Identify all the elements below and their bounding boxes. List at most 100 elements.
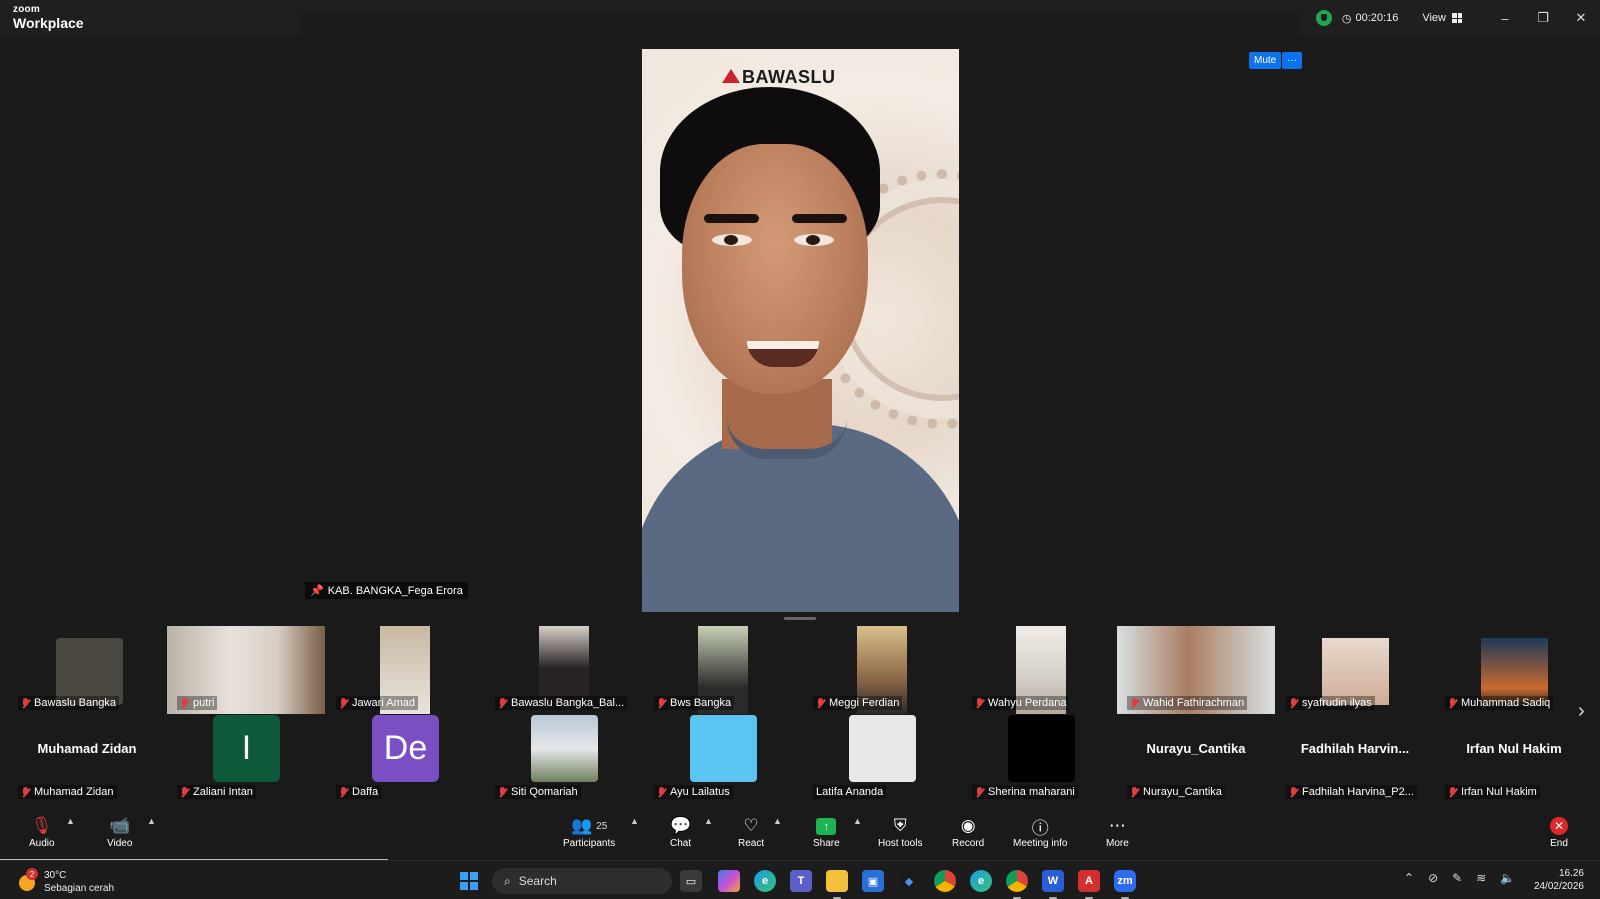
participants-button[interactable]: 👥 25 Participants bbox=[563, 814, 615, 849]
bawaslu-banner: BAWASLU bbox=[742, 67, 836, 87]
clock-date: 24/02/2026 bbox=[1533, 881, 1584, 892]
participant-more-button[interactable]: ··· bbox=[1282, 52, 1302, 69]
participant-tile[interactable]: Wahyu Perdana bbox=[962, 624, 1120, 714]
store-icon[interactable]: ▣ bbox=[862, 870, 884, 892]
participants-chevron-icon[interactable]: ▲ bbox=[630, 816, 639, 826]
end-meeting-button[interactable]: ✕ End bbox=[1550, 814, 1568, 849]
teams-icon[interactable]: T bbox=[790, 870, 812, 892]
participant-tile[interactable]: Nurayu_Cantika Nurayu_Cantika bbox=[1117, 713, 1275, 801]
search-icon: ⌕ bbox=[504, 873, 511, 888]
task-view-icon[interactable]: ▭ bbox=[680, 870, 702, 892]
weather-widget[interactable]: 2 30°C Sebagian cerah bbox=[16, 868, 115, 895]
mic-muted-icon bbox=[1130, 697, 1139, 709]
view-button[interactable]: View bbox=[1422, 12, 1462, 24]
mic-muted-icon: 🎙 bbox=[30, 816, 53, 835]
chrome-icon[interactable] bbox=[934, 870, 956, 892]
participant-tile[interactable]: Siti Qomariah bbox=[485, 713, 643, 801]
word-icon[interactable]: W bbox=[1042, 870, 1064, 899]
windows-start-icon[interactable] bbox=[460, 872, 478, 890]
file-explorer-icon[interactable] bbox=[826, 870, 848, 899]
windows-taskbar: 2 30°C Sebagian cerah ⌕ Search ▭ e T ▣ ◆ … bbox=[0, 860, 1600, 899]
end-call-icon: ✕ bbox=[1550, 817, 1568, 835]
participants-icon: 👥 bbox=[570, 816, 593, 835]
participant-tile[interactable]: Latifa Ananda bbox=[803, 713, 961, 801]
participant-tile[interactable]: Wahid Fathirachman bbox=[1117, 624, 1275, 714]
mic-muted-icon bbox=[1130, 786, 1139, 798]
participant-tile[interactable]: Ayu Lailatus bbox=[644, 713, 802, 801]
volume-icon[interactable]: 🔈 bbox=[1500, 871, 1515, 885]
participant-tile[interactable]: Fadhilah Harvin... Fadhilah Harvina_P2..… bbox=[1276, 713, 1434, 801]
mic-muted-icon bbox=[657, 786, 666, 798]
chat-button[interactable]: 💬 Chat bbox=[670, 814, 691, 849]
react-button[interactable]: ♡ React bbox=[738, 814, 764, 849]
restore-button[interactable]: ❐ bbox=[1524, 0, 1562, 36]
mic-muted-icon bbox=[21, 786, 30, 798]
participant-tile[interactable]: Bawaslu Bangka_Bal... bbox=[485, 624, 643, 712]
clock-time: 16.26 bbox=[1558, 868, 1584, 879]
more-icon: ⋯ bbox=[1108, 816, 1126, 835]
participant-tile[interactable]: Bawaslu Bangka bbox=[8, 624, 166, 712]
meeting-info-button[interactable]: ⓘ Meeting info bbox=[1013, 814, 1067, 850]
meeting-timer: ◷ 00:20:16 bbox=[1341, 12, 1399, 25]
close-button[interactable]: ✕ bbox=[1562, 0, 1600, 36]
mic-muted-icon bbox=[180, 786, 189, 798]
zoom-logo: zoom Workplace bbox=[13, 5, 84, 31]
taskbar-search[interactable]: ⌕ Search bbox=[492, 868, 672, 894]
mic-muted-icon bbox=[339, 786, 348, 798]
host-tools-button[interactable]: ⛨ Host tools bbox=[878, 814, 922, 849]
participant-tile[interactable]: De Daffa bbox=[326, 713, 484, 801]
participant-tile[interactable]: Muhamad Zidan Muhamad Zidan bbox=[8, 713, 166, 801]
mic-muted-icon bbox=[1289, 697, 1298, 709]
gallery-next-page-icon[interactable]: › bbox=[1578, 700, 1585, 723]
system-tray: ⌃ ⊘ ✎ ≋ 🔈 bbox=[1404, 871, 1515, 885]
mic-muted-icon bbox=[1448, 786, 1457, 798]
share-button[interactable]: ↑ Share bbox=[813, 814, 840, 849]
wifi-icon[interactable]: ≋ bbox=[1476, 871, 1486, 885]
grid-icon bbox=[1452, 13, 1462, 23]
speaker-name-label: 📌 KAB. BANGKA_Fega Erora bbox=[305, 582, 468, 599]
brand-bottom: Workplace bbox=[13, 15, 84, 31]
participant-tile[interactable]: Irfan Nul Hakim Irfan Nul Hakim bbox=[1435, 713, 1593, 801]
pin-icon: 📌 bbox=[310, 585, 324, 597]
mic-muted-icon bbox=[498, 697, 507, 709]
record-button[interactable]: ◉ Record bbox=[952, 814, 984, 849]
zoom-icon[interactable]: zm bbox=[1114, 870, 1136, 899]
bawaslu-logo-icon bbox=[722, 69, 740, 83]
participant-tile[interactable]: I Zaliani Intan bbox=[167, 713, 325, 801]
gallery-resize-handle[interactable] bbox=[784, 617, 816, 620]
react-chevron-icon[interactable]: ▲ bbox=[773, 816, 782, 826]
share-chevron-icon[interactable]: ▲ bbox=[853, 816, 862, 826]
system-clock[interactable]: 16.26 24/02/2026 bbox=[1530, 867, 1584, 893]
mute-participant-button[interactable]: Mute bbox=[1249, 52, 1282, 69]
edge-icon[interactable]: e bbox=[754, 870, 776, 892]
mic-muted-icon bbox=[498, 786, 507, 798]
chrome-profile-icon[interactable] bbox=[1006, 870, 1028, 899]
edge-beta-icon[interactable]: e bbox=[970, 870, 992, 892]
pen-icon[interactable]: ✎ bbox=[1452, 871, 1462, 885]
speaker-video: BAWASLU bbox=[642, 49, 959, 612]
participant-tile[interactable]: Sherina maharani bbox=[962, 713, 1120, 801]
participant-tile[interactable]: putri bbox=[167, 624, 325, 714]
video-options-chevron-icon[interactable]: ▲ bbox=[147, 816, 156, 826]
participant-tile[interactable]: Meggi Ferdian bbox=[803, 624, 961, 714]
audio-button[interactable]: 🎙 Audio bbox=[29, 814, 55, 849]
acrobat-icon[interactable]: A bbox=[1078, 870, 1100, 899]
copilot-icon[interactable] bbox=[718, 870, 740, 892]
weather-description: Sebagian cerah bbox=[44, 883, 115, 894]
participant-tile[interactable]: Bws Bangka bbox=[644, 624, 802, 714]
minimize-button[interactable]: – bbox=[1486, 0, 1524, 36]
avatar: De bbox=[372, 715, 439, 782]
network-off-icon[interactable]: ⊘ bbox=[1428, 871, 1438, 885]
participant-tile[interactable]: Jawari Amad bbox=[326, 624, 484, 714]
participant-tile[interactable]: syafrudin ilyas bbox=[1276, 624, 1434, 712]
participant-count: 25 bbox=[596, 820, 608, 832]
more-button[interactable]: ⋯ More bbox=[1106, 814, 1129, 849]
chat-chevron-icon[interactable]: ▲ bbox=[704, 816, 713, 826]
audio-options-chevron-icon[interactable]: ▲ bbox=[66, 816, 75, 826]
dropbox-icon[interactable]: ◆ bbox=[898, 870, 920, 892]
video-button[interactable]: 📹 Video bbox=[107, 814, 132, 849]
security-shield-icon[interactable] bbox=[1315, 10, 1332, 26]
mic-muted-icon bbox=[816, 697, 825, 709]
show-hidden-icons-chevron-icon[interactable]: ⌃ bbox=[1404, 871, 1414, 885]
participant-tile[interactable]: Muhammad Sadiq bbox=[1435, 624, 1593, 712]
